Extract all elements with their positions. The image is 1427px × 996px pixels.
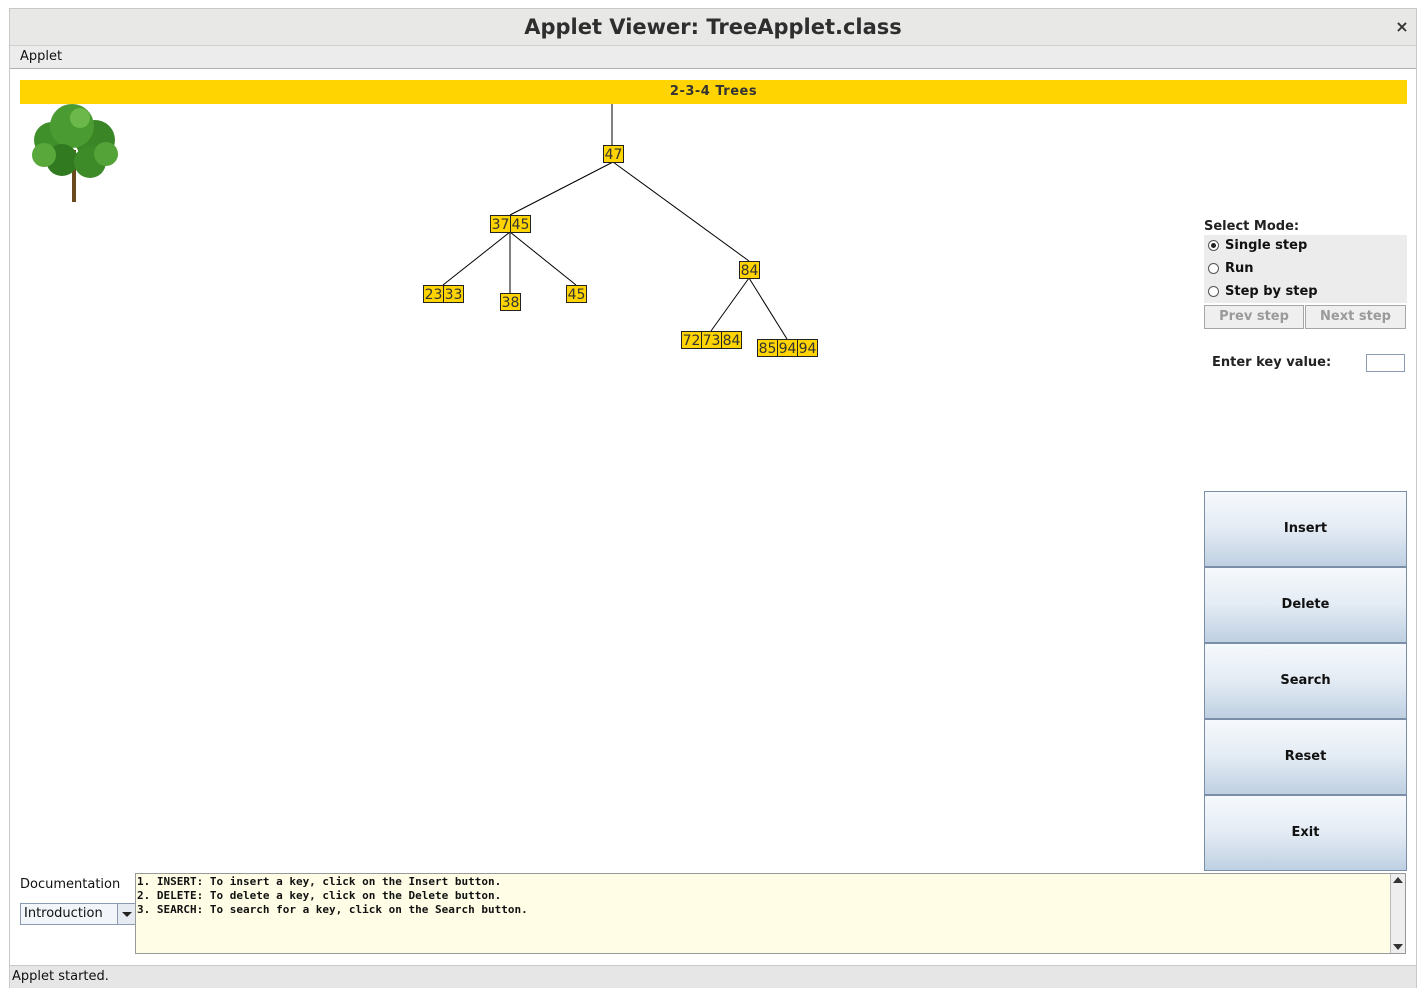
radio-button[interactable] <box>1208 240 1219 251</box>
tree-node: 72 73 84 <box>681 331 742 349</box>
documentation-select-value: Introduction <box>24 906 103 921</box>
doc-line: 2. DELETE: To delete a key, click on the… <box>137 889 502 902</box>
tree-foliage <box>50 104 94 148</box>
tree-key-label: 45 <box>512 217 530 233</box>
tree-node: 85 94 94 <box>757 339 818 357</box>
tree-edges <box>442 161 788 340</box>
tree-node: 47 <box>603 145 624 163</box>
tree-key-label: 73 <box>703 333 721 349</box>
documentation-scrollbar[interactable] <box>1390 874 1405 953</box>
tree-foliage <box>70 108 90 128</box>
key-value-label: Enter key value: <box>1212 355 1332 370</box>
tree-key-label: 94 <box>779 341 797 357</box>
tree-edge <box>442 231 511 286</box>
tree-key-label: 38 <box>502 295 520 311</box>
status-text: Applet started. <box>12 969 109 984</box>
scroll-up-icon[interactable] <box>1393 877 1403 883</box>
tree-node: 23 33 <box>423 285 464 303</box>
tree-edge <box>509 161 614 216</box>
tree-edge <box>710 277 750 332</box>
key-value-input[interactable] <box>1366 354 1405 372</box>
tree-key-label: 47 <box>605 147 623 163</box>
radio-label: Step by step <box>1225 284 1318 299</box>
radio-selected-dot <box>1211 243 1216 248</box>
insert-button[interactable]: Insert <box>1204 491 1407 567</box>
select-mode-label: Select Mode: <box>1204 219 1300 234</box>
tree-key-label: 37 <box>492 217 510 233</box>
exit-button[interactable]: Exit <box>1204 795 1407 871</box>
chevron-down-icon[interactable] <box>117 904 135 924</box>
documentation-text-area[interactable]: 1. INSERT: To insert a key, click on the… <box>135 873 1406 954</box>
tree-icon <box>32 104 118 202</box>
scroll-down-icon[interactable] <box>1393 944 1403 950</box>
documentation-label: Documentation <box>20 877 121 892</box>
next-step-button[interactable]: Next step <box>1305 305 1406 329</box>
tree-key-label: 23 <box>425 287 443 303</box>
tree-key-label: 85 <box>759 341 777 357</box>
tree-edge <box>612 161 750 262</box>
tree-node: 38 <box>500 293 521 311</box>
search-button[interactable]: Search <box>1204 643 1407 719</box>
tree-edge <box>748 277 788 340</box>
tree-key-label: 84 <box>723 333 741 349</box>
tree-foliage <box>32 143 56 167</box>
radio-label: Single step <box>1225 238 1308 253</box>
tree-node: 37 45 <box>490 215 531 233</box>
reset-button[interactable]: Reset <box>1204 719 1407 795</box>
tree-node: 84 <box>739 261 760 279</box>
radio-button[interactable] <box>1208 263 1219 274</box>
status-bar: Applet started. <box>10 965 1416 988</box>
doc-line: 1. INSERT: To insert a key, click on the… <box>137 875 502 888</box>
tree-foliage <box>94 142 118 166</box>
tree-nodes: 4737 458423 33 38 4572 73 84 85 94 94 <box>423 145 818 357</box>
tree-key-label: 33 <box>445 287 463 303</box>
delete-button[interactable]: Delete <box>1204 567 1407 643</box>
radio-button[interactable] <box>1208 286 1219 297</box>
tree-key-label: 45 <box>568 287 586 303</box>
tree-edge <box>509 231 577 286</box>
doc-line: 3. SEARCH: To search for a key, click on… <box>137 903 528 916</box>
radio-label: Run <box>1225 261 1254 276</box>
documentation-select[interactable]: Introduction <box>20 903 135 925</box>
prev-step-button[interactable]: Prev step <box>1204 305 1304 329</box>
tree-key-label: 72 <box>683 333 701 349</box>
tree-node: 45 <box>566 285 587 303</box>
tree-key-label: 84 <box>741 263 759 279</box>
tree-key-label: 94 <box>799 341 817 357</box>
mode-radio-group: Single step Run Step by step <box>1204 235 1407 303</box>
